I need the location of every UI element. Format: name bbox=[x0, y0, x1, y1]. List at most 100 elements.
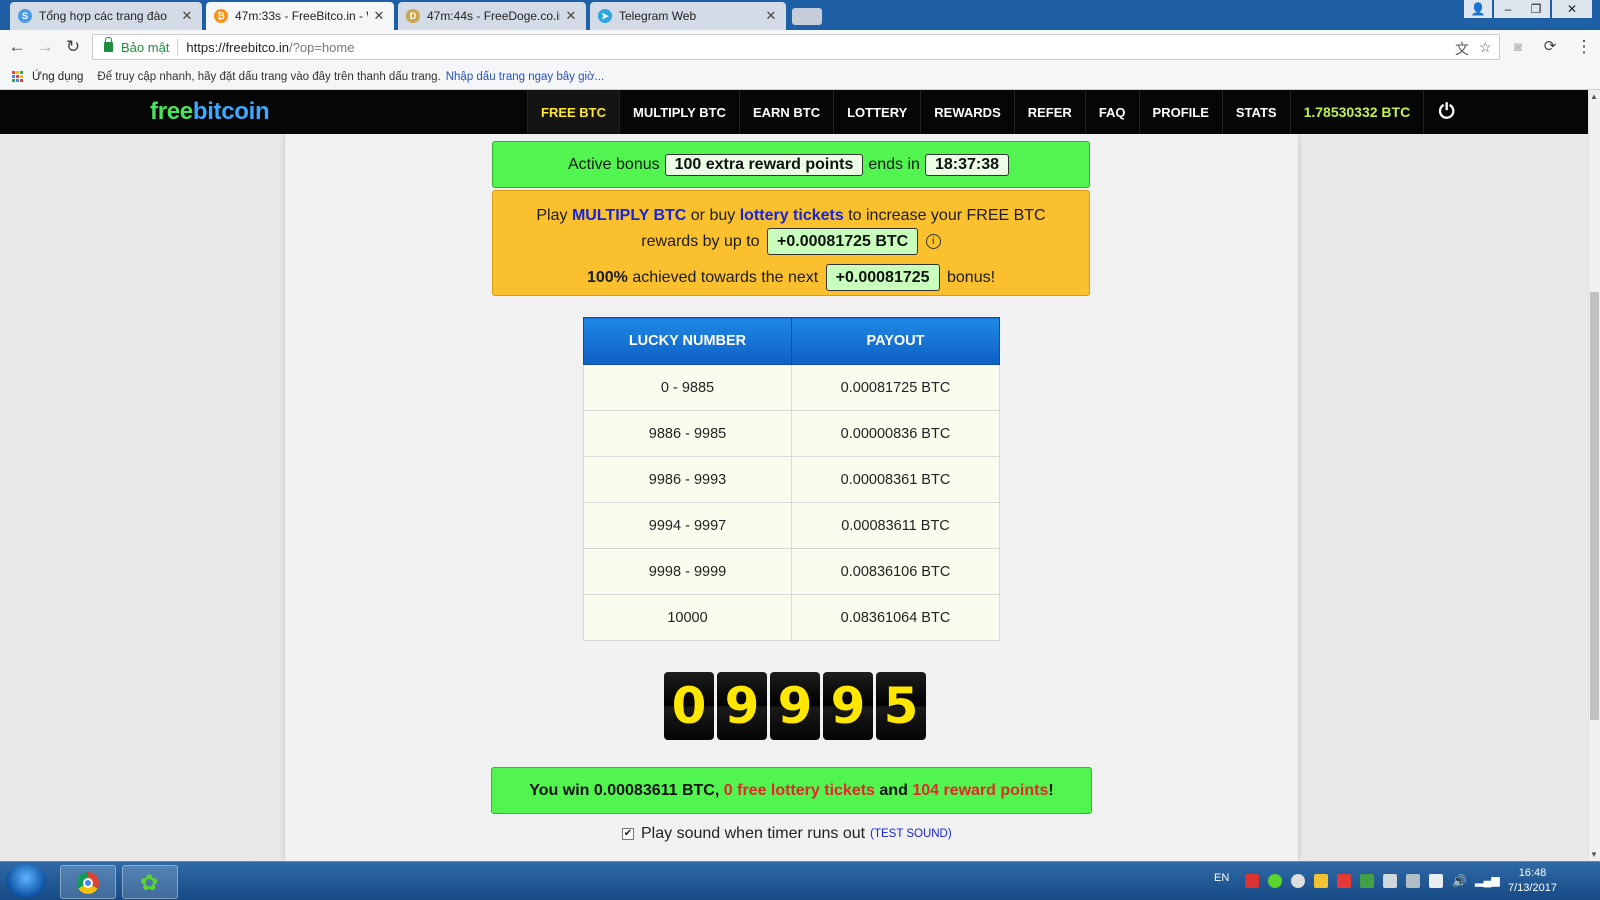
main-menu: FREE BTC MULTIPLY BTC EARN BTC LOTTERY R… bbox=[527, 90, 1469, 134]
sync-extension-icon[interactable]: ⟳ bbox=[1540, 37, 1560, 57]
close-tab-icon[interactable]: ✕ bbox=[564, 8, 578, 24]
lottery-tickets-link[interactable]: lottery tickets bbox=[740, 207, 844, 224]
scrollbar-thumb[interactable] bbox=[1590, 292, 1599, 720]
nav-refer[interactable]: REFER bbox=[1013, 90, 1085, 134]
restore-button[interactable]: ❐ bbox=[1522, 0, 1550, 18]
taskbar-chrome[interactable] bbox=[60, 865, 116, 899]
lucky-digit: 9 bbox=[717, 672, 767, 740]
tray-network-icon[interactable] bbox=[1291, 874, 1305, 888]
tab-title: 47m:44s - FreeDoge.co.in bbox=[427, 9, 560, 23]
promo-text: Play bbox=[536, 207, 568, 224]
site-navbar: freebitcoin FREE BTC MULTIPLY BTC EARN B… bbox=[0, 90, 1588, 134]
play-sound-label: Play sound when timer runs out bbox=[641, 825, 866, 842]
lucky-digit: 5 bbox=[876, 672, 926, 740]
signal-icon[interactable]: ▂▄▆ bbox=[1475, 874, 1500, 888]
logo-text-bitcoin: bitcoin bbox=[192, 98, 270, 125]
apps-grid-icon[interactable] bbox=[12, 70, 24, 83]
test-sound-link[interactable]: (TEST SOUND) bbox=[870, 828, 952, 840]
bonus-value-badge: 100 extra reward points bbox=[664, 153, 864, 176]
tab-tong-hop[interactable]: S Tổng hợp các trang đào ✕ bbox=[10, 2, 202, 30]
promo-text: achieved towards the next bbox=[632, 269, 819, 286]
close-tab-icon[interactable]: ✕ bbox=[180, 8, 194, 24]
table-header-row: LUCKY NUMBER PAYOUT bbox=[583, 317, 1000, 365]
nav-faq[interactable]: FAQ bbox=[1084, 90, 1139, 134]
close-tab-icon[interactable]: ✕ bbox=[372, 8, 386, 24]
bonus-timer-badge: 18:37:38 bbox=[924, 153, 1009, 176]
profile-icon[interactable]: 👤 bbox=[1464, 0, 1492, 18]
header-payout: PAYOUT bbox=[791, 317, 1000, 365]
nav-lottery[interactable]: LOTTERY bbox=[833, 90, 920, 134]
play-sound-checkbox[interactable]: ✔ bbox=[622, 828, 634, 840]
lucky-range-cell: 9886 - 9985 bbox=[583, 410, 792, 457]
multiply-btc-link[interactable]: MULTIPLY BTC bbox=[572, 207, 686, 224]
tray-flag-icon[interactable] bbox=[1245, 874, 1259, 888]
volume-icon[interactable]: 🔊 bbox=[1452, 874, 1467, 888]
tray-app-icon[interactable] bbox=[1314, 874, 1328, 888]
back-arrow-icon[interactable]: ← bbox=[7, 37, 27, 57]
browser-toolbar: ← → ↻ Bảo mật https://freebitco.in/?op=h… bbox=[0, 30, 1600, 64]
tab-title: Telegram Web bbox=[619, 9, 697, 23]
sound-option: ✔ Play sound when timer runs out (TEST S… bbox=[622, 825, 952, 843]
browser-tab-strip: S Tổng hợp các trang đào ✕ ₿ 47m:33s - F… bbox=[0, 0, 1600, 30]
close-tab-icon[interactable]: ✕ bbox=[764, 8, 778, 24]
nav-profile[interactable]: PROFILE bbox=[1138, 90, 1222, 134]
nav-free-btc[interactable]: FREE BTC bbox=[527, 90, 619, 134]
windows-taskbar: ✿ EN 🔊 ▂▄▆ 16:48 7/13/2017 bbox=[0, 861, 1600, 900]
taskbar-app[interactable]: ✿ bbox=[122, 865, 178, 899]
tray-monitor-icon[interactable] bbox=[1406, 874, 1420, 888]
bookmark-star-icon[interactable]: ☆ bbox=[1479, 39, 1492, 56]
lucky-digit: 9 bbox=[823, 672, 873, 740]
header-lucky-number: LUCKY NUMBER bbox=[583, 317, 792, 365]
close-window-button[interactable]: ✕ bbox=[1552, 0, 1592, 18]
table-row: 9886 - 9985 0.00000836 BTC bbox=[583, 410, 1000, 457]
lucky-range-cell: 9998 - 9999 bbox=[583, 548, 792, 595]
info-icon[interactable]: i bbox=[925, 234, 941, 250]
address-bar[interactable]: Bảo mật https://freebitco.in/?op=home 文 … bbox=[92, 34, 1500, 60]
nav-earn-btc[interactable]: EARN BTC bbox=[738, 90, 833, 134]
nav-rewards[interactable]: REWARDS bbox=[920, 90, 1013, 134]
lucky-digit: 9 bbox=[770, 672, 820, 740]
minimize-button[interactable]: – bbox=[1494, 0, 1522, 18]
forward-arrow-icon[interactable]: → bbox=[35, 37, 55, 57]
language-indicator[interactable]: EN bbox=[1214, 872, 1229, 884]
tray-tool-icon[interactable] bbox=[1383, 874, 1397, 888]
promo-text: to increase your FREE BTC bbox=[848, 207, 1046, 224]
nav-multiply-btc[interactable]: MULTIPLY BTC bbox=[619, 90, 739, 134]
tab-freedoge[interactable]: D 47m:44s - FreeDoge.co.in ✕ bbox=[398, 2, 586, 30]
nav-stats[interactable]: STATS bbox=[1221, 90, 1290, 134]
logout-power-icon[interactable]: ⏻ bbox=[1423, 90, 1469, 134]
new-tab-button[interactable] bbox=[792, 8, 822, 25]
import-bookmarks-link[interactable]: Nhập dấu trang ngay bây giờ... bbox=[446, 71, 604, 83]
camera-icon[interactable]: ◙ bbox=[1508, 37, 1528, 57]
scroll-up-arrow-icon[interactable]: ▲ bbox=[1590, 92, 1598, 101]
translate-icon[interactable]: 文 bbox=[1455, 39, 1469, 59]
divider bbox=[177, 39, 179, 55]
lock-icon bbox=[104, 37, 113, 52]
tab-telegram[interactable]: ➤ Telegram Web ✕ bbox=[590, 2, 786, 30]
progress-percent: 100% bbox=[586, 269, 628, 286]
table-row: 9998 - 9999 0.00836106 BTC bbox=[583, 548, 1000, 595]
menu-kebab-icon[interactable]: ⋮ bbox=[1574, 37, 1594, 57]
windows-start-button[interactable] bbox=[6, 864, 46, 898]
win-result-banner: You win 0.00083611 BTC, 0 free lottery t… bbox=[491, 767, 1092, 814]
tray-sheet-icon[interactable] bbox=[1360, 874, 1374, 888]
freebitcoin-logo[interactable]: freebitcoin bbox=[150, 98, 270, 126]
telegram-favicon-icon: ➤ bbox=[598, 9, 612, 23]
tab-freebitcoin[interactable]: ₿ 47m:33s - FreeBitco.in - W ✕ bbox=[206, 2, 394, 30]
tray-v-icon[interactable] bbox=[1337, 874, 1351, 888]
table-row: 9994 - 9997 0.00083611 BTC bbox=[583, 502, 1000, 549]
clock-date: 7/13/2017 bbox=[1508, 882, 1557, 894]
reload-icon[interactable]: ↻ bbox=[63, 37, 83, 57]
promo-text: bonus! bbox=[947, 269, 996, 286]
apps-label[interactable]: Ứng dụng bbox=[32, 71, 83, 83]
payout-cell: 0.00008361 BTC bbox=[791, 456, 1000, 503]
tray-flower-icon[interactable] bbox=[1268, 874, 1282, 888]
system-clock[interactable]: 16:48 7/13/2017 bbox=[1508, 866, 1557, 896]
scroll-down-arrow-icon[interactable]: ▼ bbox=[1590, 850, 1598, 859]
flower-app-icon: ✿ bbox=[140, 870, 159, 895]
tray-device-icon[interactable] bbox=[1429, 874, 1443, 888]
lucky-number-display: 0 9 9 9 5 bbox=[664, 672, 926, 740]
tab-title: Tổng hợp các trang đào bbox=[39, 9, 167, 23]
doge-favicon-icon: D bbox=[406, 9, 420, 23]
payout-table: LUCKY NUMBER PAYOUT 0 - 9885 0.00081725 … bbox=[583, 317, 1000, 641]
